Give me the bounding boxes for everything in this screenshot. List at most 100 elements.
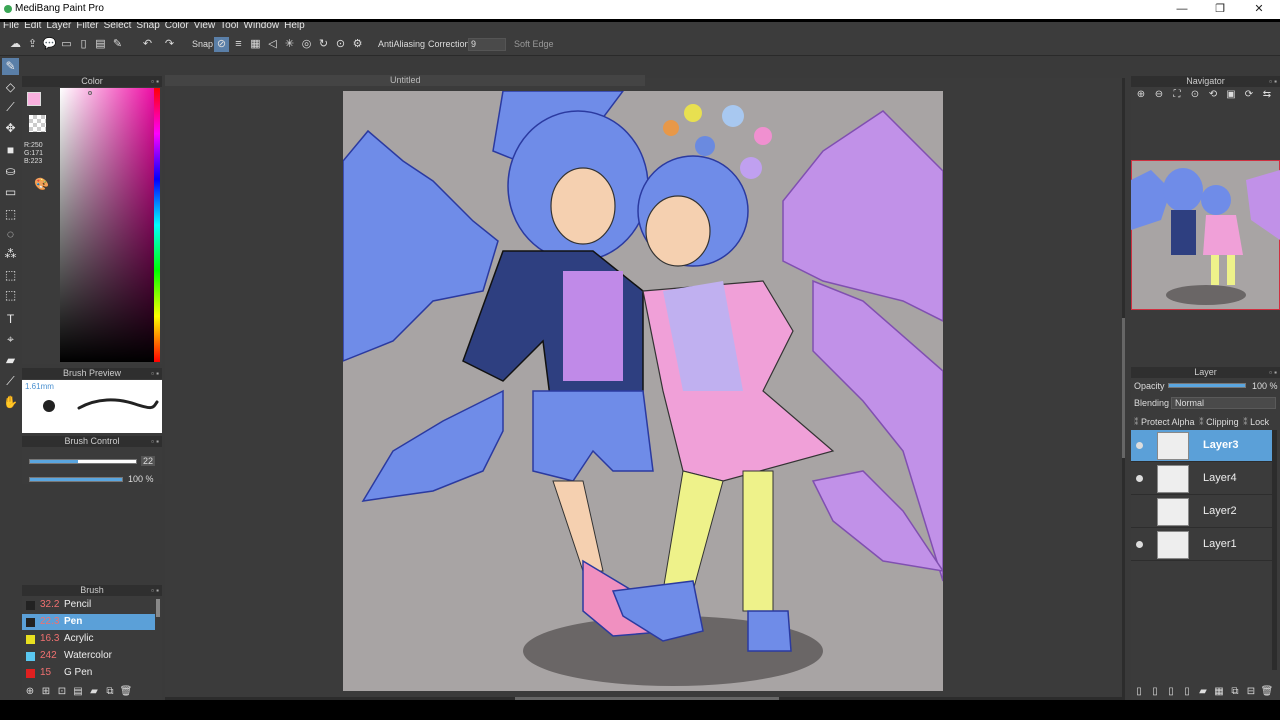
menu-window[interactable]: Window (241, 22, 282, 31)
bucket-tool-icon[interactable]: ⛀ (2, 163, 19, 180)
document-tab[interactable]: Untitled (165, 75, 645, 86)
layer-row[interactable]: Layer2 (1131, 496, 1272, 528)
lock-toggle[interactable]: Lock (1250, 417, 1269, 427)
brush-item[interactable]: 242 Watercolor (22, 648, 155, 664)
brush-list-scrollbar[interactable] (156, 599, 160, 617)
layer-row[interactable]: Layer3 (1131, 430, 1272, 462)
rotate-right-icon[interactable]: ⟳ (1242, 88, 1256, 102)
snap-grid-icon[interactable]: ▦ (248, 37, 263, 52)
canvas-horizontal-scrollbar[interactable] (165, 697, 1122, 700)
snap-circle-icon[interactable]: ◎ (299, 37, 314, 52)
visibility-eye-icon[interactable] (1136, 442, 1143, 449)
palette-icon[interactable]: 🎨 (34, 177, 49, 191)
eyedropper-tool-icon[interactable]: ⟋ (2, 373, 19, 390)
lasso-tool-icon[interactable]: ◌ (2, 226, 19, 243)
snap-perspective-icon[interactable]: ◁ (265, 37, 280, 52)
new-halftone-layer-icon[interactable]: ▯ (1147, 684, 1163, 700)
zoom-out-icon[interactable]: ⊖ (1152, 88, 1166, 102)
select-eraser-icon[interactable]: ⬚ (2, 287, 19, 304)
maximize-button[interactable]: ❐ (1210, 2, 1230, 16)
blending-dropdown[interactable]: Normal (1171, 397, 1276, 409)
select-rect-tool-icon[interactable]: ⬚ (2, 206, 19, 223)
cloud-icon[interactable]: ☁ (8, 37, 23, 52)
new-1bit-layer-icon[interactable]: ▯ (1179, 684, 1195, 700)
hand-tool-icon[interactable]: ✋ (2, 394, 19, 411)
redo-icon[interactable]: ↷ (162, 37, 177, 52)
artwork-canvas[interactable] (343, 91, 943, 691)
menu-select[interactable]: Select (101, 22, 134, 31)
delete-layer-icon[interactable]: 🗑 (1259, 684, 1275, 700)
fill-rect-tool-icon[interactable]: ■ (2, 142, 19, 159)
magic-wand-icon[interactable]: ⁂ (2, 246, 19, 263)
brush-opacity-slider[interactable] (29, 477, 123, 482)
list-icon[interactable]: ▤ (93, 37, 108, 52)
canvas-vertical-scrollbar[interactable] (1122, 78, 1125, 700)
zoom-actual-icon[interactable]: ⊙ (1188, 88, 1202, 102)
fit-screen-icon[interactable]: ⛶ (1170, 88, 1184, 102)
flip-icon[interactable]: ⇆ (1260, 88, 1274, 102)
comment-icon[interactable]: 💬 (42, 37, 57, 52)
fit-page-icon[interactable]: ▣ (1224, 88, 1238, 102)
menu-help[interactable]: Help (281, 22, 307, 31)
menu-snap[interactable]: Snap (133, 22, 161, 31)
share-icon[interactable]: ▭ (59, 37, 74, 52)
snap-off-icon[interactable]: ⊘ (214, 37, 229, 52)
new-8bit-layer-icon[interactable]: ▯ (1163, 684, 1179, 700)
duplicate-brush-icon[interactable]: ⧉ (102, 684, 118, 700)
add-cloud-brush-icon[interactable]: ⊕ (22, 684, 38, 700)
foreground-color-swatch[interactable] (27, 92, 41, 106)
menu-edit[interactable]: Edit (21, 22, 43, 31)
rotate-left-icon[interactable]: ⟲ (1206, 88, 1220, 102)
antialiasing-label[interactable]: AntiAliasing (378, 39, 425, 49)
soft-edge-label[interactable]: Soft Edge (514, 39, 554, 49)
eraser-tool-icon[interactable]: ◇ (2, 79, 19, 96)
brush-item[interactable]: 32.2 Pencil (22, 597, 155, 613)
layer-opacity-slider[interactable] (1168, 383, 1246, 388)
hue-slider[interactable] (154, 88, 160, 362)
open-file-icon[interactable]: ⇪ (25, 37, 40, 52)
frame-tool-icon[interactable]: ▰ (2, 352, 19, 369)
new-layer-icon[interactable]: ▯ (1131, 684, 1147, 700)
move-tool-icon[interactable]: ✥ (2, 120, 19, 137)
page-icon[interactable]: ▯ (76, 37, 91, 52)
undo-icon[interactable]: ↶ (140, 37, 155, 52)
new-folder-icon[interactable]: ▰ (1195, 684, 1211, 700)
layer-row[interactable]: Layer1 (1131, 529, 1272, 561)
brush-settings-icon[interactable]: ⊡ (54, 684, 70, 700)
layer-list-scrollbar[interactable] (1272, 430, 1277, 670)
navigator-preview[interactable] (1131, 160, 1280, 310)
brush-tool-icon[interactable]: ✎ (2, 58, 19, 75)
brush-size-value[interactable]: 22 (141, 456, 156, 466)
menu-layer[interactable]: Layer (43, 22, 73, 31)
duplicate-layer-icon[interactable]: ⧉ (1227, 684, 1243, 700)
edit-icon[interactable]: ✎ (110, 37, 125, 52)
background-color-swatch[interactable] (29, 115, 46, 132)
menu-view[interactable]: View (191, 22, 218, 31)
brush-info-icon[interactable]: ▤ (70, 684, 86, 700)
visibility-eye-icon[interactable] (1136, 475, 1143, 482)
merge-down-icon[interactable]: ⊟ (1243, 684, 1259, 700)
close-button[interactable]: ✕ (1249, 2, 1269, 16)
brush-item[interactable]: 16.3 Acrylic (22, 631, 155, 647)
menu-filter[interactable]: Filter (73, 22, 100, 31)
visibility-eye-icon[interactable] (1136, 541, 1143, 548)
snap-settings-icon[interactable]: ⚙ (350, 37, 365, 52)
layer-row[interactable]: Layer4 (1131, 463, 1272, 495)
text-tool-icon[interactable]: T (2, 311, 19, 328)
brush-item[interactable]: 15 G Pen (22, 665, 155, 681)
clipping-toggle[interactable]: Clipping (1206, 417, 1239, 427)
snap-ellipse-icon[interactable]: ⊙ (333, 37, 348, 52)
correction-field[interactable]: 9 (468, 38, 506, 51)
delete-brush-icon[interactable]: 🗑 (118, 684, 134, 700)
snap-radial-icon[interactable]: ✳ (282, 37, 297, 52)
menu-file[interactable]: File (0, 22, 21, 31)
saturation-value-picker[interactable] (60, 88, 154, 362)
gradient-tool-icon[interactable]: ▭ (2, 184, 19, 201)
brush-item[interactable]: 22.3 Pen (22, 614, 155, 630)
menu-tool[interactable]: Tool (217, 22, 240, 31)
brush-folder-icon[interactable]: ▰ (86, 684, 102, 700)
brush-size-slider[interactable] (29, 459, 137, 464)
select-pen-icon[interactable]: ⬚ (2, 267, 19, 284)
minimize-button[interactable]: — (1172, 2, 1192, 16)
add-brush-icon[interactable]: ⊞ (38, 684, 54, 700)
